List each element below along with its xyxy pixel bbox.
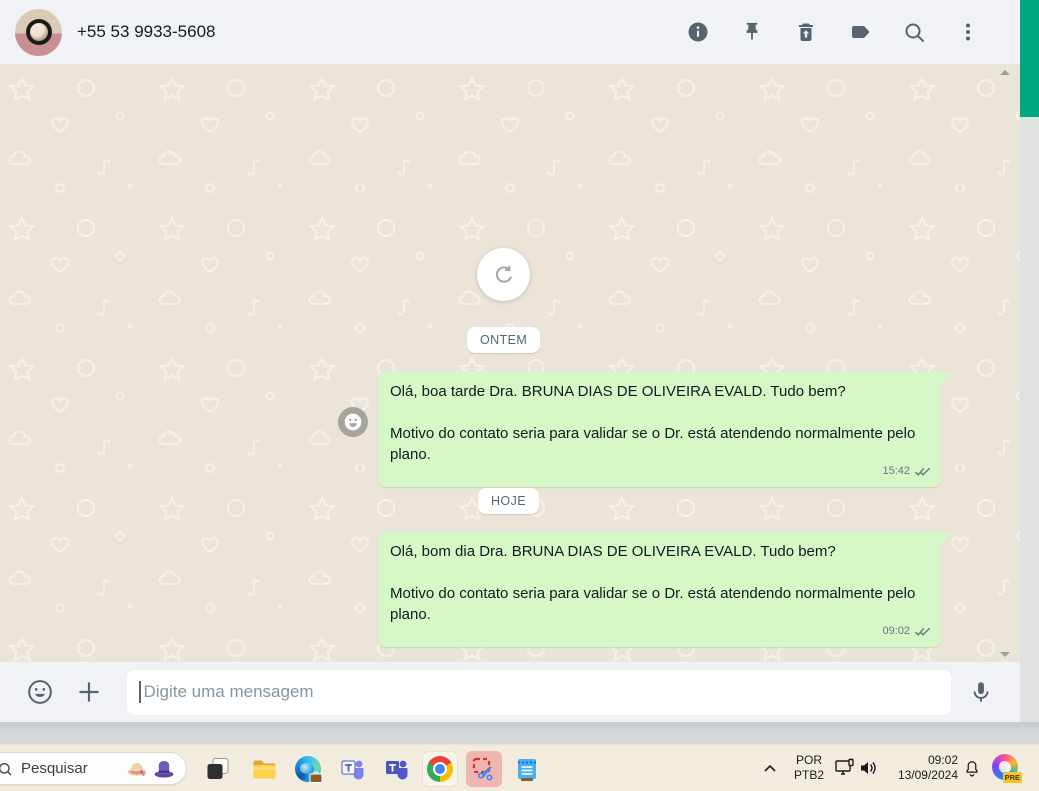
- outgoing-message[interactable]: Olá, boa tarde Dra. BRUNA DIAS DE OLIVEI…: [378, 372, 952, 487]
- clock[interactable]: 09:02 13/09/2024: [868, 753, 958, 783]
- network-icon[interactable]: [834, 758, 856, 783]
- contact-phone-title[interactable]: +55 53 9933-5608: [77, 22, 216, 42]
- top-hat-icon: [154, 761, 174, 778]
- file-explorer-button[interactable]: [246, 751, 282, 787]
- message-text: Olá, boa tarde Dra. BRUNA DIAS DE OLIVEI…: [390, 383, 846, 400]
- message-text: Olá, bom dia Dra. BRUNA DIAS DE OLIVEIRA…: [390, 543, 836, 560]
- chat-header: +55 53 9933-5608: [0, 0, 1020, 64]
- message-text: Motivo do contato seria para validar se …: [390, 585, 916, 623]
- contact-avatar[interactable]: [15, 8, 62, 56]
- whatsapp-teal-strip: [1020, 0, 1039, 117]
- emoji-picker-icon[interactable]: [26, 678, 54, 706]
- copilot-button[interactable]: PRE: [992, 754, 1022, 783]
- windows-taskbar: Pesquisar POR PTB2 09:02 13/09/2024 PRE: [0, 744, 1039, 791]
- keyboard-code: PTB2: [793, 768, 824, 782]
- copilot-pre-badge: PRE: [1002, 772, 1022, 783]
- message-text: Motivo do contato seria para validar se …: [390, 425, 916, 463]
- date-divider-today: HOJE: [478, 488, 539, 514]
- avatar-logo-photo: [29, 23, 48, 41]
- search-daily-icons: [125, 757, 176, 781]
- task-view-button[interactable]: [200, 751, 236, 787]
- message-input[interactable]: Digite uma mensagem: [127, 669, 951, 715]
- sync-refresh-button[interactable]: [477, 248, 530, 301]
- edge-work-button[interactable]: [290, 751, 326, 787]
- tray-overflow-chevron[interactable]: [762, 761, 778, 782]
- label-icon[interactable]: [848, 20, 872, 44]
- teams-alt-button[interactable]: [379, 751, 415, 787]
- delete-icon[interactable]: [794, 20, 818, 44]
- tray-date: 13/09/2024: [897, 768, 958, 782]
- search-label: Pesquisar: [21, 760, 88, 777]
- react-to-message-button[interactable]: [338, 407, 368, 437]
- scroll-up-arrow[interactable]: [1000, 70, 1010, 75]
- bonnet-hat-icon: [128, 763, 146, 777]
- pin-icon[interactable]: [740, 20, 764, 44]
- message-time: 09:02: [882, 625, 910, 637]
- outgoing-message[interactable]: Olá, bom dia Dra. BRUNA DIAS DE OLIVEIRA…: [378, 532, 952, 647]
- voice-message-mic-icon[interactable]: [968, 679, 994, 705]
- screen: +55 53 9933-5608 ONTEM Olá, boa tarde Dr…: [0, 0, 1039, 791]
- work-briefcase-badge: [309, 771, 323, 783]
- notepad-button[interactable]: [510, 751, 546, 787]
- date-divider-yesterday: ONTEM: [467, 327, 541, 353]
- snipping-tool-button[interactable]: [466, 751, 502, 787]
- teams-button[interactable]: [335, 751, 371, 787]
- kebab-menu-icon[interactable]: [956, 20, 980, 44]
- tray-time: 09:02: [927, 753, 958, 767]
- notifications-bell-icon[interactable]: [962, 758, 982, 783]
- taskbar-search[interactable]: Pesquisar: [0, 752, 187, 785]
- conversation-panel[interactable]: ONTEM Olá, boa tarde Dra. BRUNA DIAS DE …: [0, 64, 1020, 662]
- message-time: 15:42: [882, 465, 910, 477]
- double-check-icon: [914, 627, 931, 636]
- double-check-icon: [914, 467, 931, 476]
- page-right-gutter: [1020, 0, 1039, 744]
- search-icon: [0, 763, 12, 776]
- search-icon[interactable]: [902, 20, 926, 44]
- page-bottom-gutter: [0, 722, 1039, 744]
- chrome-button[interactable]: [422, 751, 458, 787]
- attach-plus-icon[interactable]: [76, 679, 102, 705]
- scroll-down-arrow[interactable]: [1000, 652, 1010, 657]
- message-composer: Digite uma mensagem: [0, 662, 1020, 722]
- text-cursor: [139, 681, 141, 703]
- info-icon[interactable]: [686, 20, 710, 44]
- input-placeholder: Digite uma mensagem: [143, 682, 314, 701]
- language-code: POR: [795, 753, 822, 767]
- language-indicator[interactable]: POR PTB2: [790, 753, 828, 783]
